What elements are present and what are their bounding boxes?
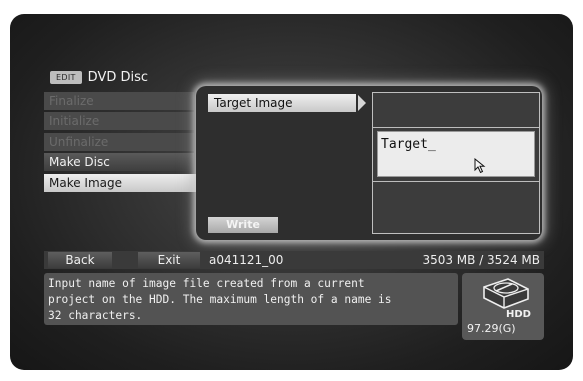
hdd-free-space: 97.29(G) [467,322,516,335]
image-name-value: Target_ [381,137,436,152]
file-name: a041121_00 [209,253,284,267]
menu-item-make-disc[interactable]: Make Disc [44,153,194,172]
divider [373,127,539,128]
back-button[interactable]: Back [48,252,112,268]
help-line: project on the HDD. The maximum length o… [48,293,392,306]
menu-item-initialize[interactable]: Initialize [44,112,194,131]
disc-menu: Finalize Initialize Unfinalize Make Disc… [44,92,210,194]
menu-item-label: Finalize [49,94,94,108]
help-line: Input name of image file created from a … [48,277,365,290]
target-image-label[interactable]: Target Image [208,94,356,112]
menu-item-unfinalize[interactable]: Unfinalize [44,132,194,151]
menu-item-label: Unfinalize [49,134,109,149]
hdd-label: HDD [506,309,531,320]
menu-item-label: Make Image [49,175,123,190]
page-title: DVD Disc [87,69,149,85]
make-image-panel: Target Image Write Target_ [196,86,542,240]
menu-item-label: Initialize [49,114,100,129]
exit-button[interactable]: Exit [138,252,200,268]
menu-item-label: Make Disc [49,155,110,170]
write-button[interactable]: Write [208,217,278,233]
divider [373,181,539,182]
dvd-menu-screen: EDIT DVD Disc Finalize Initialize Unfina… [10,14,573,370]
menu-item-finalize[interactable]: Finalize [44,92,194,110]
pointer-arrow-icon [358,95,366,111]
name-entry-box: Target_ [372,92,540,234]
header: EDIT DVD Disc [50,69,148,85]
menu-item-make-image[interactable]: Make Image [44,173,210,192]
mouse-cursor-icon [474,158,486,174]
help-text: Input name of image file created from a … [44,273,458,325]
hdd-icon [483,278,529,309]
help-line: 32 characters. [48,309,143,322]
edit-mode-tag: EDIT [50,70,82,84]
status-bar: Back Exit a041121_00 3503 MB / 3524 MB [44,251,544,269]
hdd-status: HDD 97.29(G) [462,273,544,340]
image-name-input[interactable]: Target_ [377,131,535,177]
disc-size: 3503 MB / 3524 MB [422,253,540,267]
